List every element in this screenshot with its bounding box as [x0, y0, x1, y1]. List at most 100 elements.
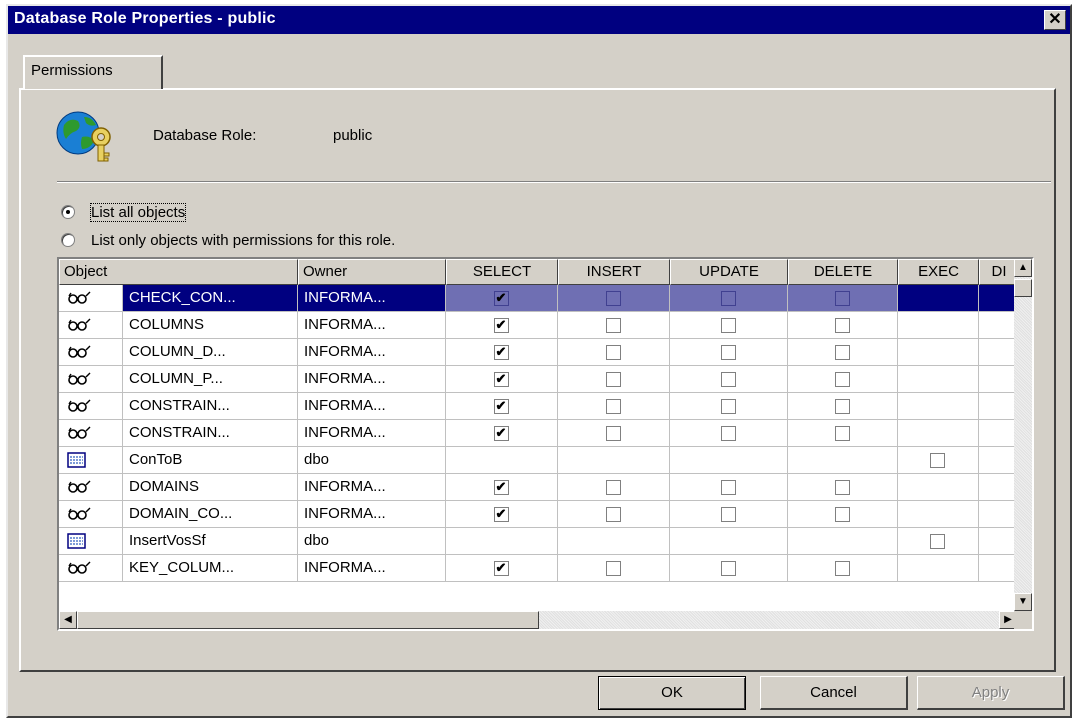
update-checkbox[interactable]	[720, 561, 736, 576]
column-header[interactable]: Object	[59, 259, 298, 285]
select-permission-cell: ✔	[446, 339, 558, 366]
delete-permission-cell	[788, 312, 898, 339]
tab-permissions[interactable]: Permissions	[23, 55, 163, 89]
horizontal-scroll-thumb[interactable]	[77, 611, 539, 629]
update-checkbox[interactable]	[720, 399, 736, 414]
update-checkbox[interactable]	[720, 291, 736, 306]
insert-checkbox[interactable]	[605, 345, 621, 360]
di-permission-cell	[979, 447, 1019, 474]
column-header[interactable]: DI	[979, 259, 1019, 285]
arrow-up-icon: ▲	[1018, 262, 1028, 273]
delete-checkbox[interactable]	[834, 561, 850, 576]
select-checkbox[interactable]: ✔	[493, 291, 509, 306]
table-row[interactable]: CONSTRAIN... INFORMA... ✔	[59, 393, 1019, 420]
radio-button[interactable]	[61, 233, 75, 247]
object-name: KEY_COLUM...	[123, 555, 298, 582]
select-permission-cell	[446, 447, 558, 474]
insert-checkbox[interactable]	[605, 372, 621, 387]
select-permission-cell: ✔	[446, 474, 558, 501]
delete-checkbox[interactable]	[834, 318, 850, 333]
exec-permission-cell	[898, 312, 979, 339]
table-row[interactable]: DOMAIN_CO... INFORMA... ✔	[59, 501, 1019, 528]
update-checkbox[interactable]	[720, 426, 736, 441]
table-row[interactable]: COLUMNS INFORMA... ✔	[59, 312, 1019, 339]
insert-checkbox[interactable]	[605, 480, 621, 495]
select-checkbox[interactable]: ✔	[493, 426, 509, 441]
select-checkbox[interactable]: ✔	[493, 372, 509, 387]
scroll-down-button[interactable]: ▼	[1014, 593, 1032, 611]
select-checkbox[interactable]: ✔	[493, 399, 509, 414]
table-row[interactable]: CONSTRAIN... INFORMA... ✔	[59, 420, 1019, 447]
scroll-up-button[interactable]: ▲	[1014, 259, 1032, 277]
select-checkbox[interactable]: ✔	[493, 507, 509, 522]
apply-button[interactable]: Apply	[917, 676, 1065, 710]
radio-button[interactable]	[61, 205, 75, 219]
update-checkbox[interactable]	[720, 318, 736, 333]
object-name: COLUMN_P...	[123, 366, 298, 393]
exec-permission-cell	[898, 420, 979, 447]
permissions-grid[interactable]: Object Owner SELECT INSERT UPDATE DELETE EXEC D…	[57, 257, 1034, 631]
cancel-button[interactable]: Cancel	[760, 676, 908, 710]
scroll-left-button[interactable]: ◀	[59, 611, 77, 629]
column-header[interactable]: Owner	[298, 259, 446, 285]
insert-checkbox[interactable]	[605, 291, 621, 306]
view-icon	[59, 501, 123, 528]
table-row[interactable]: COLUMN_D... INFORMA... ✔	[59, 339, 1019, 366]
object-name: CONSTRAIN...	[123, 420, 298, 447]
vertical-scroll-thumb[interactable]	[1014, 279, 1032, 297]
column-header[interactable]: SELECT	[446, 259, 558, 285]
procedure-icon	[59, 528, 123, 555]
vertical-scrollbar[interactable]: ▲ ▼	[1014, 259, 1032, 611]
delete-checkbox[interactable]	[834, 507, 850, 522]
delete-checkbox[interactable]	[834, 291, 850, 306]
update-permission-cell	[670, 312, 788, 339]
column-header[interactable]: INSERT	[558, 259, 670, 285]
update-checkbox[interactable]	[720, 345, 736, 360]
exec-checkbox[interactable]	[930, 453, 945, 468]
grid-header: Object Owner SELECT INSERT UPDATE DELETE EXEC D…	[59, 259, 1019, 285]
delete-checkbox[interactable]	[834, 480, 850, 495]
update-checkbox[interactable]	[720, 372, 736, 387]
insert-checkbox[interactable]	[605, 561, 621, 576]
radio-list-all-label: List all objects	[89, 203, 187, 222]
object-owner: INFORMA...	[298, 285, 446, 312]
role-label: Database Role:	[153, 127, 257, 144]
delete-permission-cell	[788, 366, 898, 393]
update-checkbox[interactable]	[720, 480, 736, 495]
delete-checkbox[interactable]	[834, 345, 850, 360]
delete-permission-cell	[788, 393, 898, 420]
update-checkbox[interactable]	[720, 507, 736, 522]
column-header[interactable]: EXEC	[898, 259, 979, 285]
delete-checkbox[interactable]	[834, 399, 850, 414]
delete-checkbox[interactable]	[834, 426, 850, 441]
table-row[interactable]: COLUMN_P... INFORMA... ✔	[59, 366, 1019, 393]
table-row[interactable]: KEY_COLUM... INFORMA... ✔	[59, 555, 1019, 582]
insert-checkbox[interactable]	[605, 399, 621, 414]
exec-permission-cell	[898, 285, 979, 312]
horizontal-scrollbar[interactable]: ◀ ▶	[59, 611, 1017, 629]
select-checkbox[interactable]: ✔	[493, 480, 509, 495]
radio-list-only-label: List only objects with permissions for t…	[91, 232, 396, 249]
column-header[interactable]: DELETE	[788, 259, 898, 285]
column-header[interactable]: UPDATE	[670, 259, 788, 285]
table-row[interactable]: DOMAINS INFORMA... ✔	[59, 474, 1019, 501]
insert-checkbox[interactable]	[605, 507, 621, 522]
title-bar[interactable]: Database Role Properties - public ✕	[8, 6, 1070, 34]
select-checkbox[interactable]: ✔	[493, 318, 509, 333]
delete-checkbox[interactable]	[834, 372, 850, 387]
exec-permission-cell	[898, 501, 979, 528]
ok-button[interactable]: OK	[598, 676, 746, 710]
delete-permission-cell	[788, 420, 898, 447]
view-icon	[59, 285, 123, 312]
update-permission-cell	[670, 474, 788, 501]
update-permission-cell	[670, 285, 788, 312]
close-button[interactable]: ✕	[1044, 10, 1066, 30]
table-row[interactable]: CHECK_CON... INFORMA... ✔	[59, 285, 1019, 312]
table-row[interactable]: InsertVosSf dbo	[59, 528, 1019, 555]
insert-checkbox[interactable]	[605, 318, 621, 333]
insert-checkbox[interactable]	[605, 426, 621, 441]
exec-checkbox[interactable]	[930, 534, 945, 549]
table-row[interactable]: ConToB dbo	[59, 447, 1019, 474]
select-checkbox[interactable]: ✔	[493, 561, 509, 576]
select-checkbox[interactable]: ✔	[493, 345, 509, 360]
